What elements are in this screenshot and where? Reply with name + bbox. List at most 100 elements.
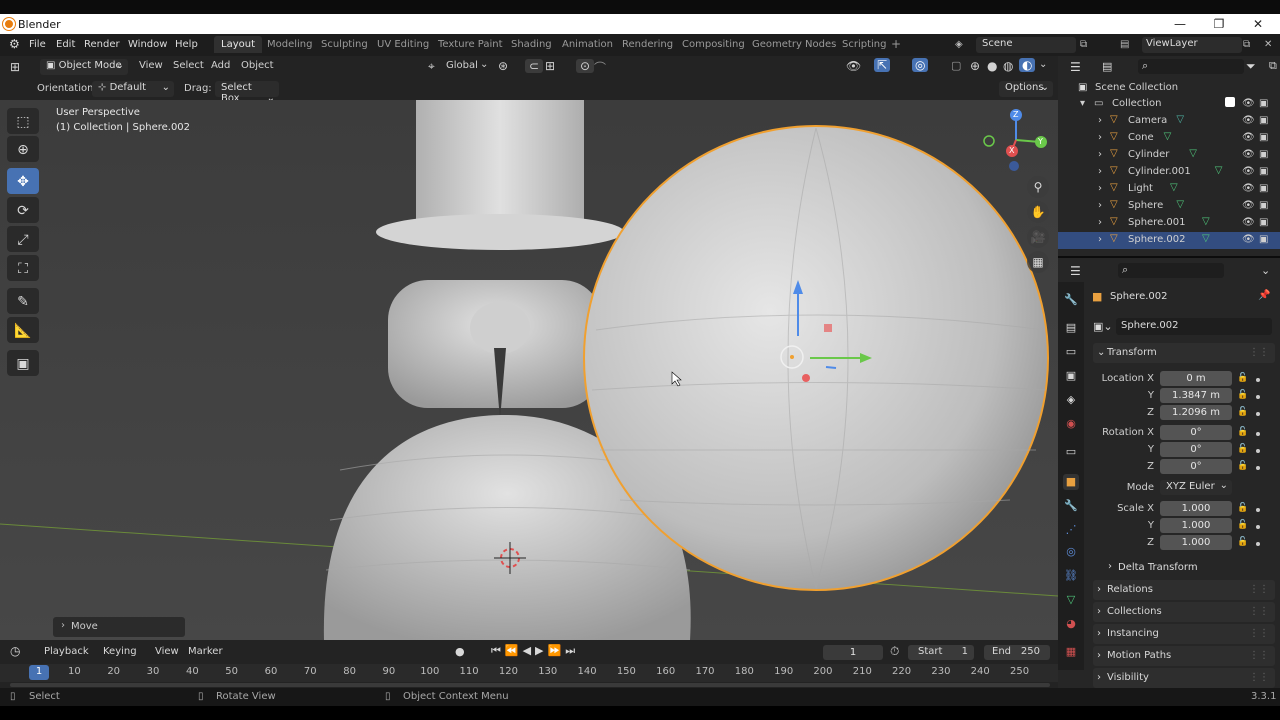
rotate-tool-icon[interactable]: ⟳ [7, 197, 39, 223]
pan-hand-icon[interactable]: ✋ [1027, 201, 1049, 223]
camera-render-icon[interactable]: ▣ [1259, 149, 1268, 160]
tab-shading[interactable]: Shading [511, 39, 552, 50]
tab-texture-paint[interactable]: Texture Paint [438, 39, 503, 50]
marker-menu[interactable]: Marker [188, 646, 223, 657]
tool-tab-icon[interactable]: 🔧 [1063, 292, 1079, 308]
particles-tab-icon[interactable]: ⋰ [1063, 522, 1079, 538]
camera-render-icon[interactable]: ▣ [1259, 234, 1268, 245]
add-cube-tool-icon[interactable]: ▣ [7, 350, 39, 376]
lock-icon[interactable]: 🔓 [1237, 503, 1248, 513]
expand-icon[interactable]: › [1098, 132, 1102, 143]
menu-window[interactable]: Window [128, 39, 167, 50]
new-viewlayer-icon[interactable]: ⧉ [1243, 39, 1250, 50]
expand-icon[interactable]: › [1098, 115, 1102, 126]
outliner-item[interactable]: › ▽ Cylinder ▽ 👁 ▣ [1058, 147, 1280, 164]
properties-search-input[interactable]: ⌕ [1118, 263, 1224, 278]
display-mode-icon[interactable]: ▤ [1102, 60, 1112, 73]
playback-controls[interactable]: ⏮⏪◀▶⏩⏭ [491, 644, 579, 658]
filter-icon[interactable]: ⏷ [1246, 59, 1256, 74]
camera-render-icon[interactable]: ▣ [1259, 115, 1268, 126]
object-data-icon[interactable]: ▽ [1170, 182, 1178, 193]
new-scene-icon[interactable]: ⧉ [1080, 39, 1087, 50]
close-button[interactable]: ✕ [1248, 16, 1268, 32]
new-collection-icon[interactable]: ⧉ [1269, 59, 1277, 73]
expand-icon[interactable]: › [1098, 200, 1102, 211]
editor-type-icon[interactable]: ⊞ [10, 60, 20, 74]
drag-handle-icon[interactable]: ⋮⋮ [1249, 343, 1269, 363]
keyframe-dot-icon[interactable] [1256, 508, 1260, 512]
lock-icon[interactable]: 🔓 [1237, 427, 1248, 437]
scale-z-field[interactable]: 1.000 [1160, 535, 1232, 550]
camera-render-icon[interactable]: ▣ [1259, 132, 1268, 143]
snap-icon[interactable]: ⊂ [525, 59, 544, 73]
orientation-icon[interactable]: ⌖ [428, 59, 435, 74]
outliner-item[interactable]: › ▽ Light ▽ 👁 ▣ [1058, 181, 1280, 198]
rotation-x-field[interactable]: 0° [1160, 425, 1232, 440]
outliner-editor-icon[interactable]: ☰ [1070, 60, 1081, 74]
rendered-shading-icon[interactable]: ◐ [1019, 58, 1036, 72]
object-data-icon[interactable]: ▽ [1176, 199, 1184, 210]
proportional-edit-icon[interactable]: ⊙ [576, 59, 595, 73]
rotation-z-field[interactable]: 0° [1160, 459, 1232, 474]
annotate-tool-icon[interactable]: ✎ [7, 288, 39, 314]
properties-editor-icon[interactable]: ☰ [1070, 264, 1081, 278]
eye-icon[interactable]: 👁 [1242, 149, 1255, 160]
expand-icon[interactable]: › [1098, 183, 1102, 194]
transform-tool-icon[interactable]: ⛶ [7, 255, 39, 281]
camera-render-icon[interactable]: ▣ [1259, 217, 1268, 228]
orientation-dropdown[interactable]: ⊹ Default ⌄ [92, 81, 174, 97]
grid-perspective-icon[interactable]: ▦ [1027, 251, 1049, 273]
eye-icon[interactable]: 👁 [1242, 200, 1255, 211]
menu-render[interactable]: Render [84, 39, 120, 50]
outliner-item[interactable]: › ▽ Sphere ▽ 👁 ▣ [1058, 198, 1280, 215]
tab-compositing[interactable]: Compositing [682, 39, 745, 50]
mode-dropdown[interactable]: ▣ Object Mode ⌄ [40, 59, 128, 75]
keyframe-dot-icon[interactable] [1256, 395, 1260, 399]
keyframe-dot-icon[interactable] [1256, 466, 1260, 470]
add-workspace-button[interactable]: + [891, 37, 901, 51]
chevron-down-icon[interactable]: ⌄ [1261, 264, 1270, 277]
outliner-item[interactable]: › ▽ Cylinder.001 ▽ 👁 ▣ [1058, 164, 1280, 181]
tab-sculpting[interactable]: Sculpting [321, 39, 368, 50]
rotation-mode-dropdown[interactable]: XYZ Euler ⌄ [1160, 480, 1232, 495]
location-z-field[interactable]: 1.2096 m [1160, 405, 1232, 420]
scale-tool-icon[interactable]: ⤢ [7, 226, 39, 252]
lock-icon[interactable]: 🔓 [1237, 520, 1248, 530]
menu-edit[interactable]: Edit [56, 39, 75, 50]
measure-tool-icon[interactable]: 📐 [7, 317, 39, 343]
scene-icon[interactable]: ◈ [955, 39, 963, 50]
world-tab-icon[interactable]: ◉ [1063, 416, 1079, 432]
output-tab-icon[interactable]: ▭ [1063, 344, 1079, 360]
stopwatch-icon[interactable]: ⏱ [890, 644, 899, 659]
camera-view-icon[interactable]: 🎥 [1027, 226, 1049, 248]
scale-y-field[interactable]: 1.000 [1160, 518, 1232, 533]
panel-instancing[interactable]: › Instancing ⋮⋮ [1093, 624, 1275, 644]
keyframe-dot-icon[interactable] [1256, 412, 1260, 416]
tab-scripting[interactable]: Scripting [842, 39, 886, 50]
end-frame-field[interactable]: End 250 [984, 645, 1050, 660]
camera-render-icon[interactable]: ▣ [1259, 166, 1268, 177]
keying-menu[interactable]: Keying [103, 646, 137, 657]
panel-visibility[interactable]: › Visibility ⋮⋮ [1093, 668, 1275, 688]
outliner-scene-collection[interactable]: ▣ Scene Collection [1058, 80, 1280, 97]
object-data-icon[interactable]: ▽ [1202, 216, 1210, 227]
drag-handle-icon[interactable]: ⋮⋮ [1249, 624, 1269, 644]
outliner-collection[interactable]: ▾ ▭ Collection 👁 ▣ [1058, 96, 1280, 113]
data-tab-icon[interactable]: ▽ [1063, 592, 1079, 608]
panel-motion-paths[interactable]: › Motion Paths ⋮⋮ [1093, 646, 1275, 666]
select-menu[interactable]: Select [173, 60, 204, 71]
wireframe-shading-icon[interactable]: ⊕ [970, 59, 980, 73]
tab-rendering[interactable]: Rendering [622, 39, 673, 50]
zoom-icon[interactable]: ⚲ [1027, 176, 1049, 198]
keyframe-dot-icon[interactable] [1256, 449, 1260, 453]
minimize-button[interactable]: — [1170, 16, 1190, 32]
delta-transform-subpanel[interactable]: › Delta Transform [1106, 560, 1266, 576]
eye-icon[interactable]: 👁 [1242, 132, 1255, 143]
object-data-icon[interactable]: ▣⌄ [1093, 320, 1113, 333]
snap-target-icon[interactable]: ⊞ [545, 59, 555, 73]
tab-modeling[interactable]: Modeling [267, 39, 313, 50]
object-tab-icon[interactable]: ■ [1063, 474, 1079, 490]
start-frame-field[interactable]: Start 1 [908, 645, 974, 660]
transform-orientation[interactable]: Global [446, 60, 478, 71]
scale-x-field[interactable]: 1.000 [1160, 501, 1232, 516]
